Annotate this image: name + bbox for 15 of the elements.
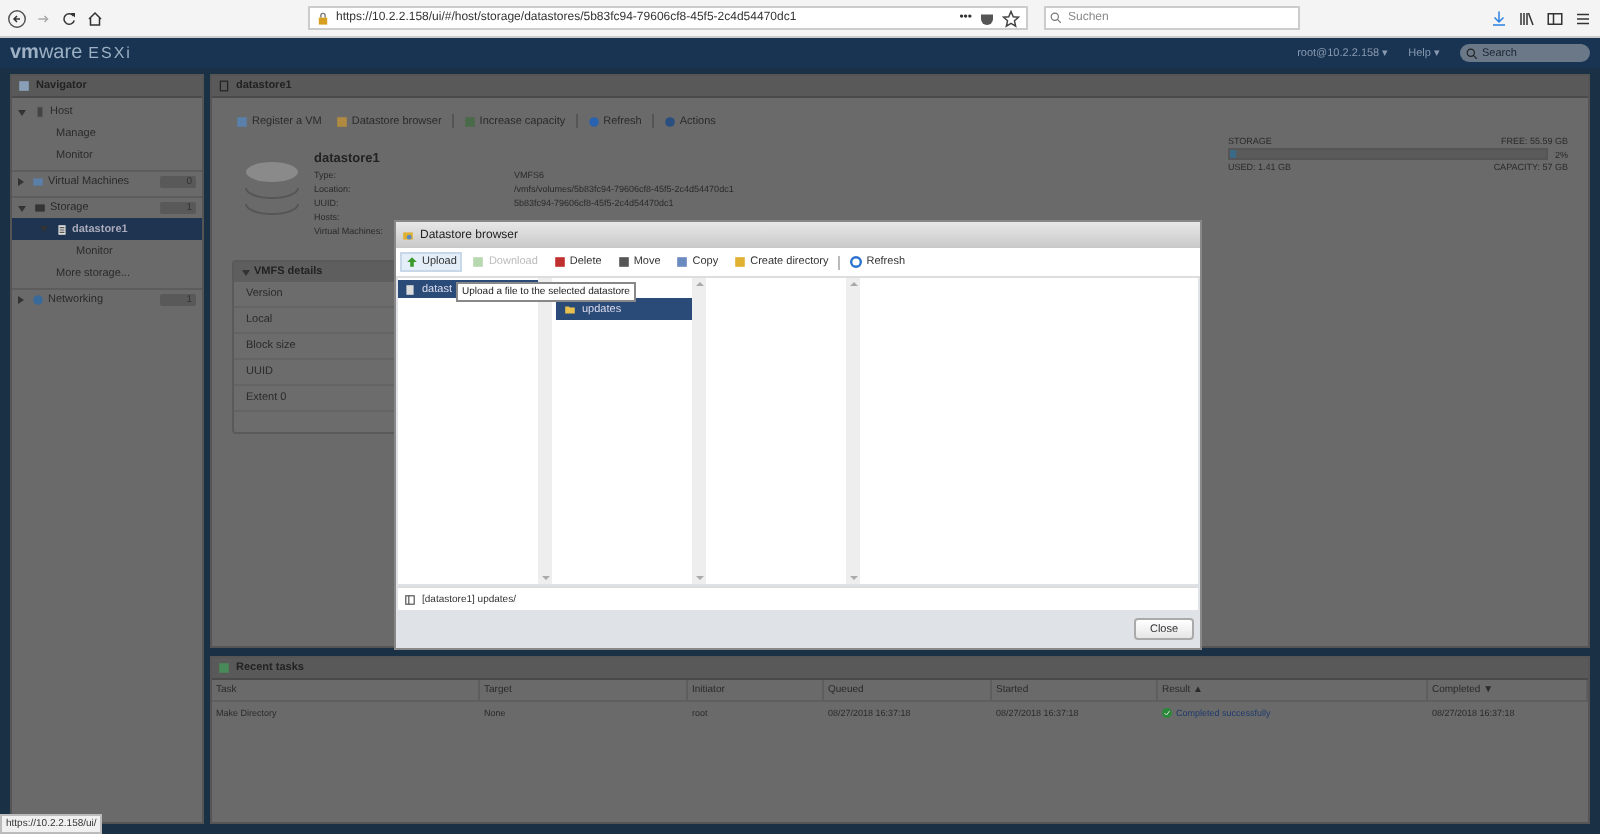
reload-icon[interactable] xyxy=(60,9,78,27)
back-icon[interactable] xyxy=(8,9,26,27)
pocket-icon[interactable] xyxy=(978,9,996,27)
menu-icon[interactable] xyxy=(1574,9,1592,27)
vmware-esxi-logo: vmware ESXi xyxy=(10,42,132,64)
home-icon[interactable] xyxy=(86,9,104,27)
scrollbar[interactable] xyxy=(692,278,706,584)
up-arrow-icon xyxy=(406,256,418,268)
scrollbar[interactable] xyxy=(846,278,860,584)
sidebar-icon[interactable] xyxy=(1546,9,1564,27)
lock-icon xyxy=(316,11,330,25)
search-icon xyxy=(1466,47,1478,59)
search-icon xyxy=(1050,12,1062,24)
star-icon[interactable] xyxy=(1002,9,1020,27)
library-icon[interactable] xyxy=(1518,9,1536,27)
